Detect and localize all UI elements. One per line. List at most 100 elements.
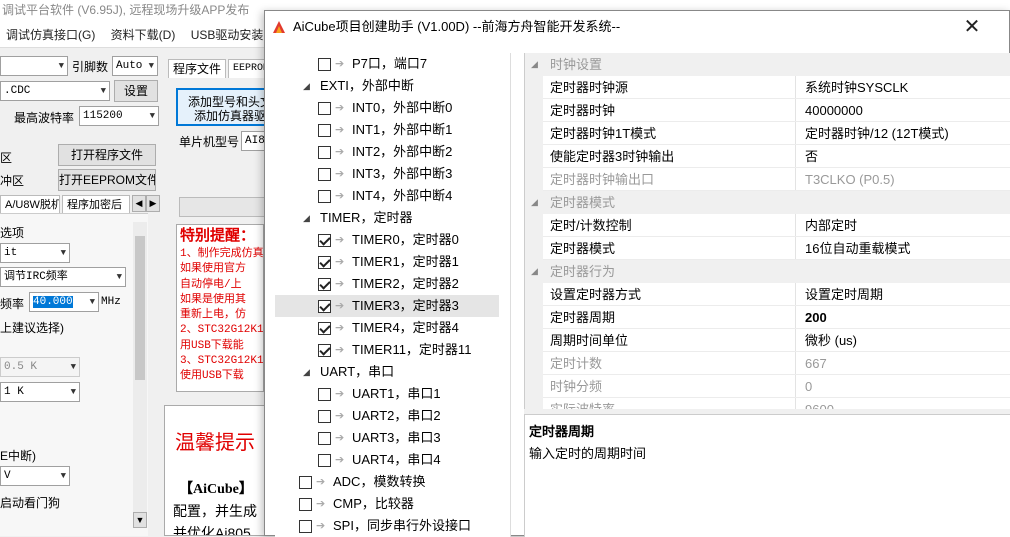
tree-item[interactable]: ➔ TIMER3，定时器3: [275, 295, 499, 317]
property-row[interactable]: 定时器时钟源 系统时钟SYSCLK: [525, 76, 1010, 99]
menu-usb-driver[interactable]: USB驱动安装: [185, 22, 270, 48]
scroll-down-icon[interactable]: ▼: [133, 512, 147, 528]
tree-item[interactable]: ➔ UART3，串口3: [275, 427, 499, 449]
tree-item[interactable]: ➔ INT4，外部中断4: [275, 185, 499, 207]
property-value[interactable]: 16位自动重载模式: [805, 237, 910, 260]
com-port-combo[interactable]: .CDC ▼: [0, 81, 110, 101]
tree-item[interactable]: ➔ UART2，串口2: [275, 405, 499, 427]
tab-offline[interactable]: A/U8W脱机: [0, 195, 60, 214]
tree-checkbox[interactable]: [318, 190, 331, 203]
property-value[interactable]: 200: [805, 306, 827, 329]
tree-item[interactable]: ➔ ADC，模数转换: [275, 471, 499, 493]
tree-checkbox[interactable]: [318, 124, 331, 137]
irc-combo[interactable]: 调节IRC频率 ▼: [0, 267, 126, 287]
tree-checkbox[interactable]: [318, 344, 331, 357]
close-icon[interactable]: ✕: [957, 17, 987, 37]
chevron-down-icon: ▼: [148, 61, 154, 71]
mcu-model-label: 单片机型号: [179, 135, 240, 149]
combo-0-5k[interactable]: 0.5 K ▼: [0, 357, 80, 377]
tree-item[interactable]: ➔ TIMER0，定时器0: [275, 229, 499, 251]
tree-checkbox[interactable]: [318, 410, 331, 423]
collapse-arrow-icon[interactable]: ◢: [531, 191, 538, 214]
tree-checkbox[interactable]: [318, 256, 331, 269]
tree-checkbox[interactable]: [318, 278, 331, 291]
tree-checkbox[interactable]: [299, 520, 312, 533]
tree-checkbox[interactable]: [318, 300, 331, 313]
property-row[interactable]: 定时器时钟输出口 T3CLKO (P0.5): [525, 168, 1010, 191]
settings-button[interactable]: 设置: [114, 80, 158, 102]
bit-combo[interactable]: it ▼: [0, 243, 70, 263]
property-category[interactable]: ◢ 定时器行为: [525, 260, 1010, 283]
open-program-button[interactable]: 打开程序文件: [58, 144, 156, 166]
tree-item[interactable]: ➔ SPI，同步串行外设接口: [275, 515, 499, 537]
tree-checkbox[interactable]: [318, 168, 331, 181]
property-row[interactable]: 定时器模式 16位自动重载模式: [525, 237, 1010, 260]
tree-group-node[interactable]: ◢ TIMER，定时器: [275, 207, 499, 229]
tree-checkbox[interactable]: [318, 432, 331, 445]
add-sim-button[interactable]: 添加仿真器驱: [194, 107, 266, 124]
options-scrollbar-thumb[interactable]: [135, 236, 145, 380]
tree-item[interactable]: ➔ TIMER11，定时器11: [275, 339, 499, 361]
tree-item[interactable]: ➔ TIMER2，定时器2: [275, 273, 499, 295]
tree-checkbox[interactable]: [318, 146, 331, 159]
menu-debug-interface[interactable]: 调试仿真接口(G): [0, 22, 101, 48]
tab-encrypt[interactable]: 程序加密后: [62, 195, 130, 214]
tree-item[interactable]: ➔ INT2，外部中断2: [275, 141, 499, 163]
tree-item[interactable]: ➔ P7口，端口7: [275, 53, 499, 75]
property-row[interactable]: 定时器周期 200: [525, 306, 1010, 329]
property-value[interactable]: 40000000: [805, 99, 863, 122]
property-row[interactable]: 设置定时器方式 设置定时周期: [525, 283, 1010, 306]
tab-scroll-right-icon[interactable]: ▶: [146, 195, 160, 212]
expand-arrow-icon[interactable]: ◢: [303, 207, 310, 229]
property-row[interactable]: 定时器时钟1T模式 定时器时钟/12 (12T模式): [525, 122, 1010, 145]
property-row[interactable]: 时钟分频 0: [525, 375, 1010, 398]
tree-checkbox[interactable]: [318, 102, 331, 115]
port-combo[interactable]: ▼: [0, 56, 68, 76]
tree-checkbox[interactable]: [318, 388, 331, 401]
tree-item[interactable]: ➔ INT0，外部中断0: [275, 97, 499, 119]
add-model-button-box[interactable]: 添加型号和头文 添加仿真器驱: [176, 88, 272, 126]
property-category[interactable]: ◢ 定时器模式: [525, 191, 1010, 214]
property-row[interactable]: 定时计数 667: [525, 352, 1010, 375]
combo-v[interactable]: V ▼: [0, 466, 70, 486]
property-row[interactable]: 定时/计数控制 内部定时: [525, 214, 1010, 237]
tab-program-file[interactable]: 程序文件: [168, 59, 226, 78]
collapse-arrow-icon[interactable]: ◢: [531, 260, 538, 283]
tree-checkbox[interactable]: [318, 234, 331, 247]
tab-eeprom[interactable]: EEPROM: [228, 59, 268, 78]
property-value[interactable]: 设置定时周期: [805, 283, 883, 306]
max-baud-combo[interactable]: 115200 ▼: [79, 106, 159, 126]
property-category[interactable]: ◢ 时钟设置: [525, 53, 1010, 76]
property-value[interactable]: 微秒 (us): [805, 329, 857, 352]
tree-item[interactable]: ➔ INT3，外部中断3: [275, 163, 499, 185]
tree-item[interactable]: ➔ TIMER1，定时器1: [275, 251, 499, 273]
tab-scroll-left-icon[interactable]: ◀: [132, 195, 146, 212]
property-row[interactable]: 使能定时器3时钟输出 否: [525, 145, 1010, 168]
menu-download[interactable]: 资料下载(D): [105, 22, 182, 48]
property-value[interactable]: 定时器时钟/12 (12T模式): [805, 122, 949, 145]
property-value[interactable]: 否: [805, 145, 818, 168]
tree-item[interactable]: ➔ UART4，串口4: [275, 449, 499, 471]
property-row[interactable]: 周期时间单位 微秒 (us): [525, 329, 1010, 352]
tree-checkbox[interactable]: [299, 498, 312, 511]
tree-group-node[interactable]: ◢ UART，串口: [275, 361, 499, 383]
property-value[interactable]: 内部定时: [805, 214, 857, 237]
tree-item[interactable]: ➔ INT1，外部中断1: [275, 119, 499, 141]
property-row[interactable]: 定时器时钟 40000000: [525, 99, 1010, 122]
tree-group-node[interactable]: ◢ EXTI，外部中断: [275, 75, 499, 97]
expand-arrow-icon[interactable]: ◢: [303, 361, 310, 383]
tree-item[interactable]: ➔ CMP，比较器: [275, 493, 499, 515]
property-value[interactable]: 系统时钟SYSCLK: [805, 76, 908, 99]
pin-count-combo[interactable]: Auto ▼: [112, 56, 158, 76]
combo-1k[interactable]: 1 K ▼: [0, 382, 80, 402]
collapse-arrow-icon[interactable]: ◢: [531, 53, 538, 76]
tree-item[interactable]: ➔ TIMER4，定时器4: [275, 317, 499, 339]
tree-checkbox[interactable]: [318, 454, 331, 467]
expand-arrow-icon[interactable]: ◢: [303, 75, 310, 97]
tree-checkbox[interactable]: [318, 322, 331, 335]
freq-combo[interactable]: 40.000 ▼: [29, 292, 99, 312]
tree-checkbox[interactable]: [318, 58, 331, 71]
tree-item[interactable]: ➔ UART1，串口1: [275, 383, 499, 405]
tree-checkbox[interactable]: [299, 476, 312, 489]
open-eeprom-button[interactable]: 打开EEPROM文件: [58, 169, 156, 191]
